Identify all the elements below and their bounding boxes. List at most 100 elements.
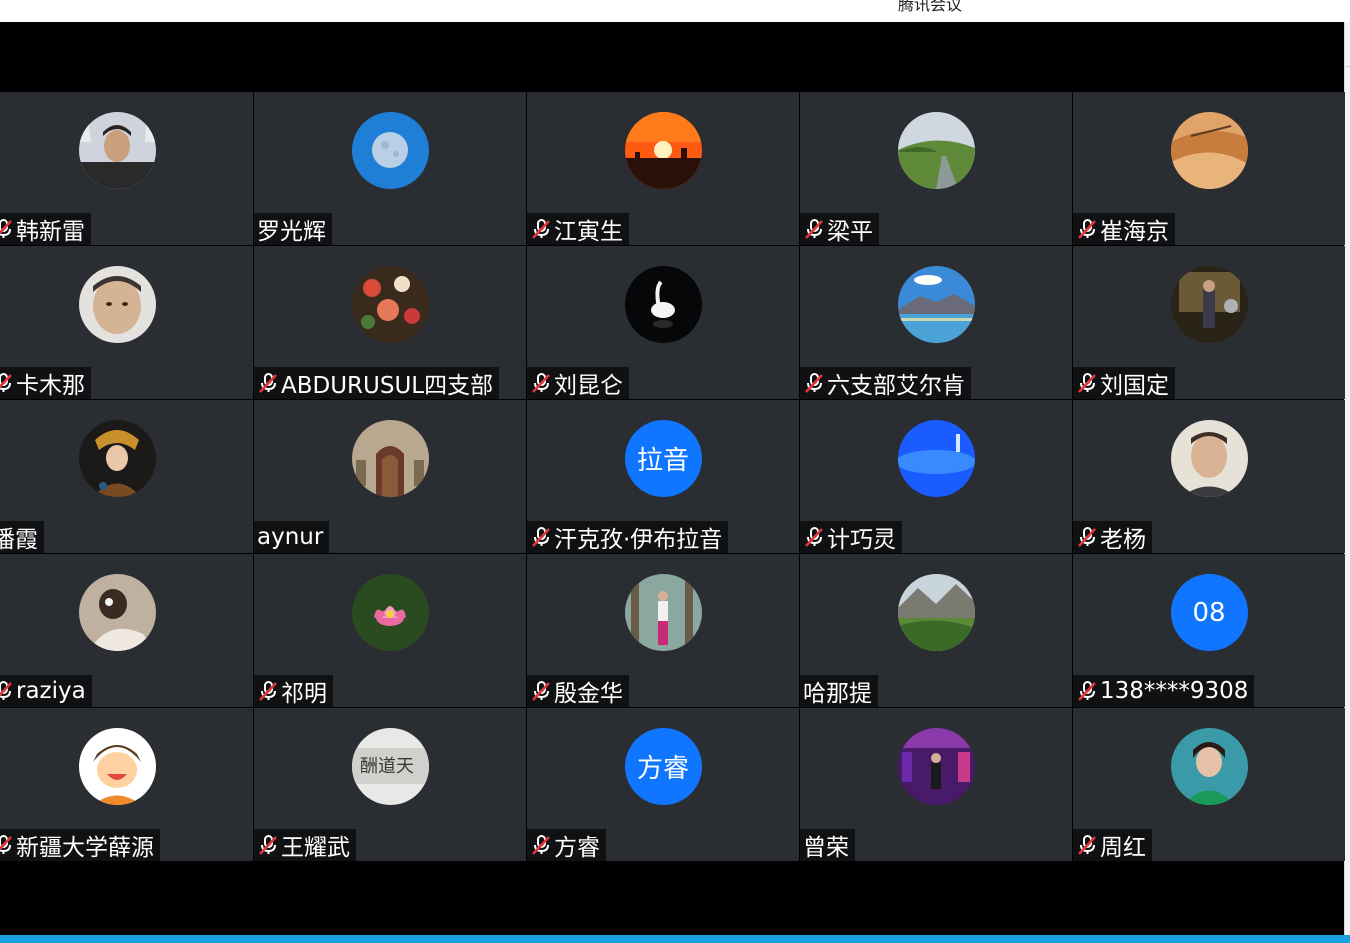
- participant-name: 潘霞: [0, 527, 38, 553]
- participant-name: 卡木那: [16, 373, 85, 399]
- mic-muted-icon: [0, 372, 14, 394]
- avatar-initials: 拉音: [624, 420, 702, 497]
- participant-nameplate: 老杨: [1073, 521, 1152, 553]
- photo-mountain-lake-avatar: [897, 266, 975, 343]
- mic-muted-icon: [1076, 372, 1098, 394]
- photo-stage-singer-avatar: [897, 728, 975, 805]
- photo-sunset-avatar: [624, 112, 702, 189]
- participant-name: 江寅生: [554, 219, 623, 245]
- participant-nameplate: 周红: [1073, 829, 1152, 861]
- photo-swan-avatar: [624, 266, 702, 343]
- participant-tile[interactable]: 崔海京: [1073, 92, 1345, 245]
- participant-name: aynur: [257, 524, 324, 550]
- participant-name: 曾荣: [803, 835, 849, 861]
- photo-blue-sky-avatar: [897, 420, 975, 497]
- participant-tile[interactable]: 刘昆仑: [527, 246, 799, 399]
- avatar-initials: 方睿: [624, 728, 702, 805]
- participant-tile[interactable]: 新疆大学薛源: [0, 708, 253, 861]
- svg-text:酬道天: 酬道天: [360, 756, 414, 777]
- participant-tile[interactable]: 罗光辉: [254, 92, 526, 245]
- participant-tile[interactable]: 哈那提: [800, 554, 1072, 707]
- mic-muted-icon: [0, 834, 14, 856]
- participant-name: 崔海京: [1100, 219, 1169, 245]
- participant-tile[interactable]: 计巧灵: [800, 400, 1072, 553]
- participant-tile[interactable]: 酬道天 王耀武: [254, 708, 526, 861]
- participant-nameplate: 计巧灵: [800, 521, 902, 553]
- mic-muted-icon: [530, 218, 552, 240]
- participant-tile[interactable]: 祁明: [254, 554, 526, 707]
- participant-nameplate: 梁平: [800, 213, 879, 245]
- mic-muted-icon: [0, 218, 14, 240]
- mic-muted-icon: [0, 680, 14, 702]
- participant-nameplate: aynur: [254, 521, 330, 553]
- mic-muted-icon: [530, 680, 552, 702]
- participant-nameplate: ABDURUSUL四支部: [254, 367, 500, 399]
- mic-muted-icon: [1076, 218, 1098, 240]
- participant-name: 刘昆仑: [554, 373, 623, 399]
- photo-woman-trees-avatar: [624, 574, 702, 651]
- mic-muted-icon: [530, 372, 552, 394]
- participant-tile[interactable]: 08 138****9308: [1073, 554, 1345, 707]
- photo-woman-back-avatar: [78, 574, 156, 651]
- participant-tile[interactable]: 周红: [1073, 708, 1345, 861]
- participant-tile[interactable]: 韩新雷: [0, 92, 253, 245]
- mic-muted-icon: [1076, 680, 1098, 702]
- participant-tile[interactable]: 潘霞: [0, 400, 253, 553]
- participant-tile[interactable]: 拉音 汗克孜·伊布拉音: [527, 400, 799, 553]
- participant-name: 梁平: [827, 219, 873, 245]
- photo-person-indoor-avatar: [1170, 266, 1248, 343]
- participant-name: 计巧灵: [827, 527, 896, 553]
- taskbar-strip: [0, 935, 1350, 943]
- participant-tile[interactable]: raziya: [0, 554, 253, 707]
- participant-tile[interactable]: 方睿 方睿: [527, 708, 799, 861]
- participant-nameplate: 汗克孜·伊布拉音: [527, 521, 729, 553]
- participant-tile[interactable]: 卡木那: [0, 246, 253, 399]
- participant-tile[interactable]: 殷金华: [527, 554, 799, 707]
- participant-nameplate: 江寅生: [527, 213, 629, 245]
- photo-man-face-avatar: [78, 266, 156, 343]
- photo-doorway-avatar: [351, 420, 429, 497]
- photo-calligraphy-avatar: 酬道天: [351, 728, 429, 805]
- mic-muted-icon: [803, 526, 825, 548]
- app-title: 腾讯会议: [898, 0, 963, 14]
- mic-muted-icon: [1076, 834, 1098, 856]
- participant-name: raziya: [16, 678, 86, 704]
- participant-tile[interactable]: 江寅生: [527, 92, 799, 245]
- participant-name: 周红: [1100, 835, 1146, 861]
- participant-name: 汗克孜·伊布拉音: [554, 527, 723, 553]
- participant-name: 王耀武: [281, 835, 350, 861]
- participant-nameplate: 崔海京: [1073, 213, 1175, 245]
- participant-name: 138****9308: [1100, 678, 1249, 704]
- participant-name: 哈那提: [803, 681, 872, 707]
- participant-tile[interactable]: 梁平: [800, 92, 1072, 245]
- participant-tile[interactable]: 六支部艾尔肯: [800, 246, 1072, 399]
- participant-tile[interactable]: 刘国定: [1073, 246, 1345, 399]
- avatar-initials: 08: [1170, 574, 1248, 651]
- photo-alpine-valley-avatar: [897, 574, 975, 651]
- mic-muted-icon: [803, 372, 825, 394]
- participant-nameplate: 殷金华: [527, 675, 629, 707]
- participant-name: 韩新雷: [16, 219, 85, 245]
- participant-name: 方睿: [554, 835, 600, 861]
- title-bar: 腾讯会议: [0, 0, 1350, 22]
- participant-nameplate: 潘霞: [0, 521, 44, 553]
- participant-nameplate: 138****9308: [1073, 675, 1255, 707]
- window-edge-mark: [1345, 66, 1350, 67]
- photo-flowers-avatar: [351, 266, 429, 343]
- mic-muted-icon: [530, 834, 552, 856]
- participant-name: 罗光辉: [257, 219, 326, 245]
- participant-name: 老杨: [1100, 527, 1146, 553]
- mic-muted-icon: [1076, 526, 1098, 548]
- photo-desert-camels-avatar: [1170, 112, 1248, 189]
- mic-muted-icon: [530, 526, 552, 548]
- participant-name: 六支部艾尔肯: [827, 373, 965, 399]
- participant-tile[interactable]: aynur: [254, 400, 526, 553]
- participant-tile[interactable]: 曾荣: [800, 708, 1072, 861]
- photo-older-man-avatar: [1170, 420, 1248, 497]
- participant-tile[interactable]: ABDURUSUL四支部: [254, 246, 526, 399]
- participant-tile[interactable]: 老杨: [1073, 400, 1345, 553]
- participant-nameplate: 罗光辉: [254, 213, 332, 245]
- participant-grid: 韩新雷 罗光辉 江寅生 梁平 崔海京 卡木那 ABDURUSUL四支部 刘昆仑 六…: [0, 92, 1345, 861]
- mic-muted-icon: [803, 218, 825, 240]
- participant-nameplate: 曾荣: [800, 829, 855, 861]
